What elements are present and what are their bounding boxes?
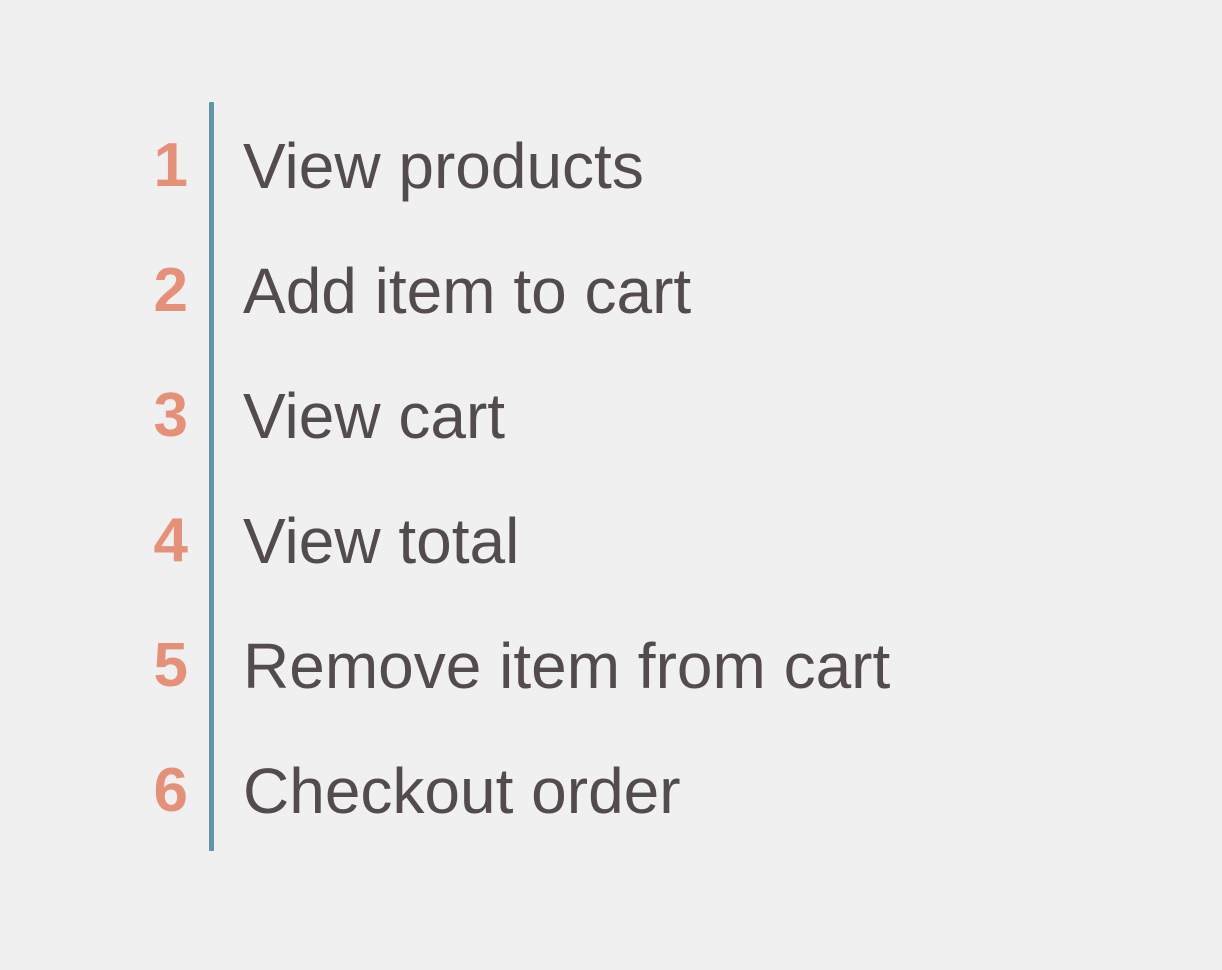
step-number: 6 [153,756,188,825]
step-item: 2 Add item to cart [0,241,1222,341]
step-number: 2 [153,256,188,325]
step-item: 3 View cart [0,366,1222,466]
step-label: View total [243,505,520,577]
step-number: 3 [153,381,188,450]
step-label: Remove item from cart [243,630,891,702]
step-label: Checkout order [243,755,681,827]
step-list: 1 View products 2 Add item to cart 3 Vie… [0,0,1222,970]
step-label: Add item to cart [243,255,692,327]
step-item: 4 View total [0,491,1222,591]
step-label: View cart [243,380,506,452]
step-number: 5 [153,631,188,700]
step-item: 1 View products [0,116,1222,216]
step-label: View products [243,130,644,202]
step-item: 6 Checkout order [0,741,1222,841]
step-number: 1 [153,131,188,200]
step-number: 4 [153,506,188,575]
step-item: 5 Remove item from cart [0,616,1222,716]
